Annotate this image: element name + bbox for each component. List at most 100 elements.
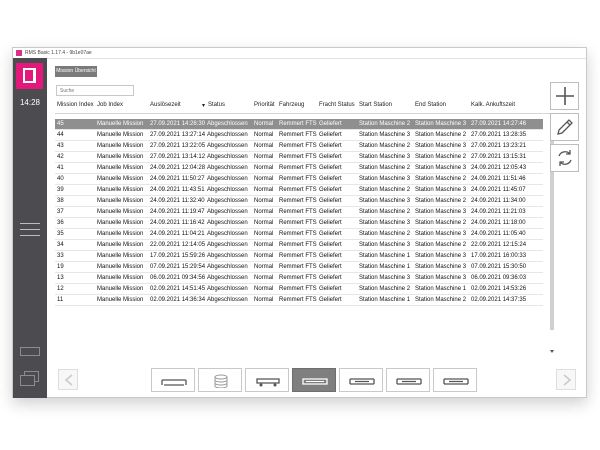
tool-button[interactable]	[198, 368, 242, 392]
table-cell: 37	[57, 209, 64, 215]
table-cell: Abgeschlossen	[207, 275, 248, 281]
tool-button[interactable]	[245, 368, 289, 392]
table-cell: Normal	[254, 297, 274, 303]
table-row[interactable]: 34 Manuelle Mission 22.09.2021 12:14:05 Abg…	[55, 240, 543, 251]
table-row[interactable]: 19 Manuelle Mission 07.09.2021 15:29:54 Abg…	[55, 262, 543, 273]
table-cell: Station Maschine 3	[415, 187, 467, 193]
tool-button[interactable]	[339, 368, 383, 392]
table-cell: Manuelle Mission	[97, 176, 144, 182]
tool-button[interactable]	[433, 368, 477, 392]
previous-button[interactable]	[58, 369, 78, 390]
table-row[interactable]: 42 Manuelle Mission 27.09.2021 13:14:12 Abg…	[55, 152, 543, 163]
column-header[interactable]: Fracht Status	[319, 102, 355, 108]
table-cell: Station Maschine 3	[359, 132, 411, 138]
table-body: 45 Manuelle Mission 27.09.2021 14:26:30 Abg…	[55, 119, 543, 306]
table-cell: 43	[57, 143, 64, 149]
column-header[interactable]: End Station	[415, 102, 446, 108]
table-cell: 17.09.2021 16:00:33	[471, 253, 527, 259]
table-cell: Geliefert	[319, 253, 342, 259]
table-cell: 06.09.2021 09:34:56	[150, 275, 206, 281]
table-cell: Station Maschine 2	[359, 231, 411, 237]
refresh-button[interactable]	[550, 144, 579, 172]
table-cell: Remmert FTS	[279, 231, 317, 237]
table-cell: 40	[57, 176, 64, 182]
table-row[interactable]: 41 Manuelle Mission 24.09.2021 12:04:28 Abg…	[55, 163, 543, 174]
table-row[interactable]: 39 Manuelle Mission 24.09.2021 11:43:51 Abg…	[55, 185, 543, 196]
column-header[interactable]: Fahrzeug	[279, 102, 304, 108]
table-cell: Geliefert	[319, 121, 342, 127]
keyboard-icon[interactable]	[20, 347, 40, 356]
table-cell: Geliefert	[319, 275, 342, 281]
column-header[interactable]: Mission Index	[57, 102, 94, 108]
table-cell: Normal	[254, 209, 274, 215]
table-row[interactable]: 36 Manuelle Mission 24.09.2021 11:16:42 Abg…	[55, 218, 543, 229]
table-cell: Geliefert	[319, 154, 342, 160]
table-cell: Remmert FTS	[279, 165, 317, 171]
table-cell: Remmert FTS	[279, 132, 317, 138]
table-cell: 12	[57, 286, 64, 292]
table-cell: Station Maschine 3	[415, 231, 467, 237]
table-row[interactable]: 38 Manuelle Mission 24.09.2021 11:32:40 Abg…	[55, 196, 543, 207]
table-cell: Normal	[254, 187, 274, 193]
logo	[16, 63, 43, 89]
table-cell: 24.09.2021 11:21:03	[471, 209, 526, 215]
table-cell: 24.09.2021 11:45:07	[471, 187, 526, 193]
table-cell: Abgeschlossen	[207, 209, 248, 215]
table-cell: Normal	[254, 132, 274, 138]
table-cell: Station Maschine 3	[415, 275, 467, 281]
table-cell: Normal	[254, 242, 274, 248]
table-cell: 27.09.2021 13:27:14	[150, 132, 206, 138]
table-row[interactable]: 11 Manuelle Mission 02.09.2021 14:36:34 Abg…	[55, 295, 543, 306]
table-row[interactable]: 13 Manuelle Mission 06.09.2021 09:34:56 Abg…	[55, 273, 543, 284]
table-cell: 24.09.2021 11:16:42	[150, 220, 205, 226]
table-row[interactable]: 37 Manuelle Mission 24.09.2021 11:19:47 Abg…	[55, 207, 543, 218]
table-row[interactable]: 43 Manuelle Mission 27.09.2021 13:22:05 Abg…	[55, 141, 543, 152]
table-cell: Station Maschine 2	[359, 143, 411, 149]
next-button[interactable]	[556, 369, 576, 390]
tool-button[interactable]	[292, 368, 336, 392]
table-cell: Remmert FTS	[279, 242, 317, 248]
table-cell: 02.09.2021 14:36:34	[150, 297, 206, 303]
table-cell: Station Maschine 2	[415, 154, 467, 160]
table-cell: 38	[57, 198, 64, 204]
table-row[interactable]: 40 Manuelle Mission 24.09.2021 11:50:27 Abg…	[55, 174, 543, 185]
table-row[interactable]: 45 Manuelle Mission 27.09.2021 14:26:30 Abg…	[55, 119, 543, 130]
app-window: RMS Basic 1.17.4 - 9b1e07ae 14:28 Missio…	[12, 47, 587, 398]
table-row[interactable]: 12 Manuelle Mission 02.09.2021 14:51:45 Abg…	[55, 284, 543, 295]
table-cell: 06.09.2021 09:36:03	[471, 275, 527, 281]
table-cell: 11	[57, 297, 64, 303]
table-row[interactable]: 44 Manuelle Mission 27.09.2021 13:27:14 Abg…	[55, 130, 543, 141]
table-cell: Abgeschlossen	[207, 187, 248, 193]
scroll-down-icon[interactable]	[550, 350, 554, 353]
table-cell: Normal	[254, 286, 274, 292]
table-cell: 02.09.2021 14:53:26	[471, 286, 527, 292]
edit-button[interactable]	[550, 113, 579, 141]
search-input[interactable]	[56, 85, 134, 96]
add-button[interactable]	[550, 82, 579, 110]
table-cell: 24.09.2021 11:19:47	[150, 209, 205, 215]
column-header[interactable]: Auslösezeit	[150, 102, 181, 108]
table-row[interactable]: 33 Manuelle Mission 17.09.2021 15:59:26 Abg…	[55, 251, 543, 262]
table-cell: Abgeschlossen	[207, 154, 248, 160]
menu-icon[interactable]	[20, 223, 40, 237]
table-cell: Geliefert	[319, 297, 342, 303]
tool-button[interactable]	[386, 368, 430, 392]
table-cell: 33	[57, 253, 64, 259]
plus-icon	[556, 87, 574, 105]
table-cell: Station Maschine 3	[359, 275, 411, 281]
table-cell: Remmert FTS	[279, 121, 317, 127]
column-header[interactable]: Job Index	[97, 102, 123, 108]
tab-mission-overview[interactable]: Mission Übersicht	[55, 66, 97, 77]
table-cell: Manuelle Mission	[97, 121, 144, 127]
table-row[interactable]: 35 Manuelle Mission 24.09.2021 11:04:21 Abg…	[55, 229, 543, 240]
column-header[interactable]: Kalk. Ankuftszeit	[471, 102, 515, 108]
chevron-left-icon	[64, 374, 73, 386]
table-cell: Remmert FTS	[279, 264, 317, 270]
table-header: Mission Index Job Index Auslösezeit ▾ St…	[55, 100, 547, 112]
column-header[interactable]: Start Station	[359, 102, 392, 108]
table-cell: Geliefert	[319, 286, 342, 292]
app-icon	[16, 50, 22, 56]
column-header[interactable]: Status	[208, 102, 225, 108]
tool-button[interactable]	[151, 368, 195, 392]
column-header[interactable]: Priorität	[254, 102, 275, 108]
